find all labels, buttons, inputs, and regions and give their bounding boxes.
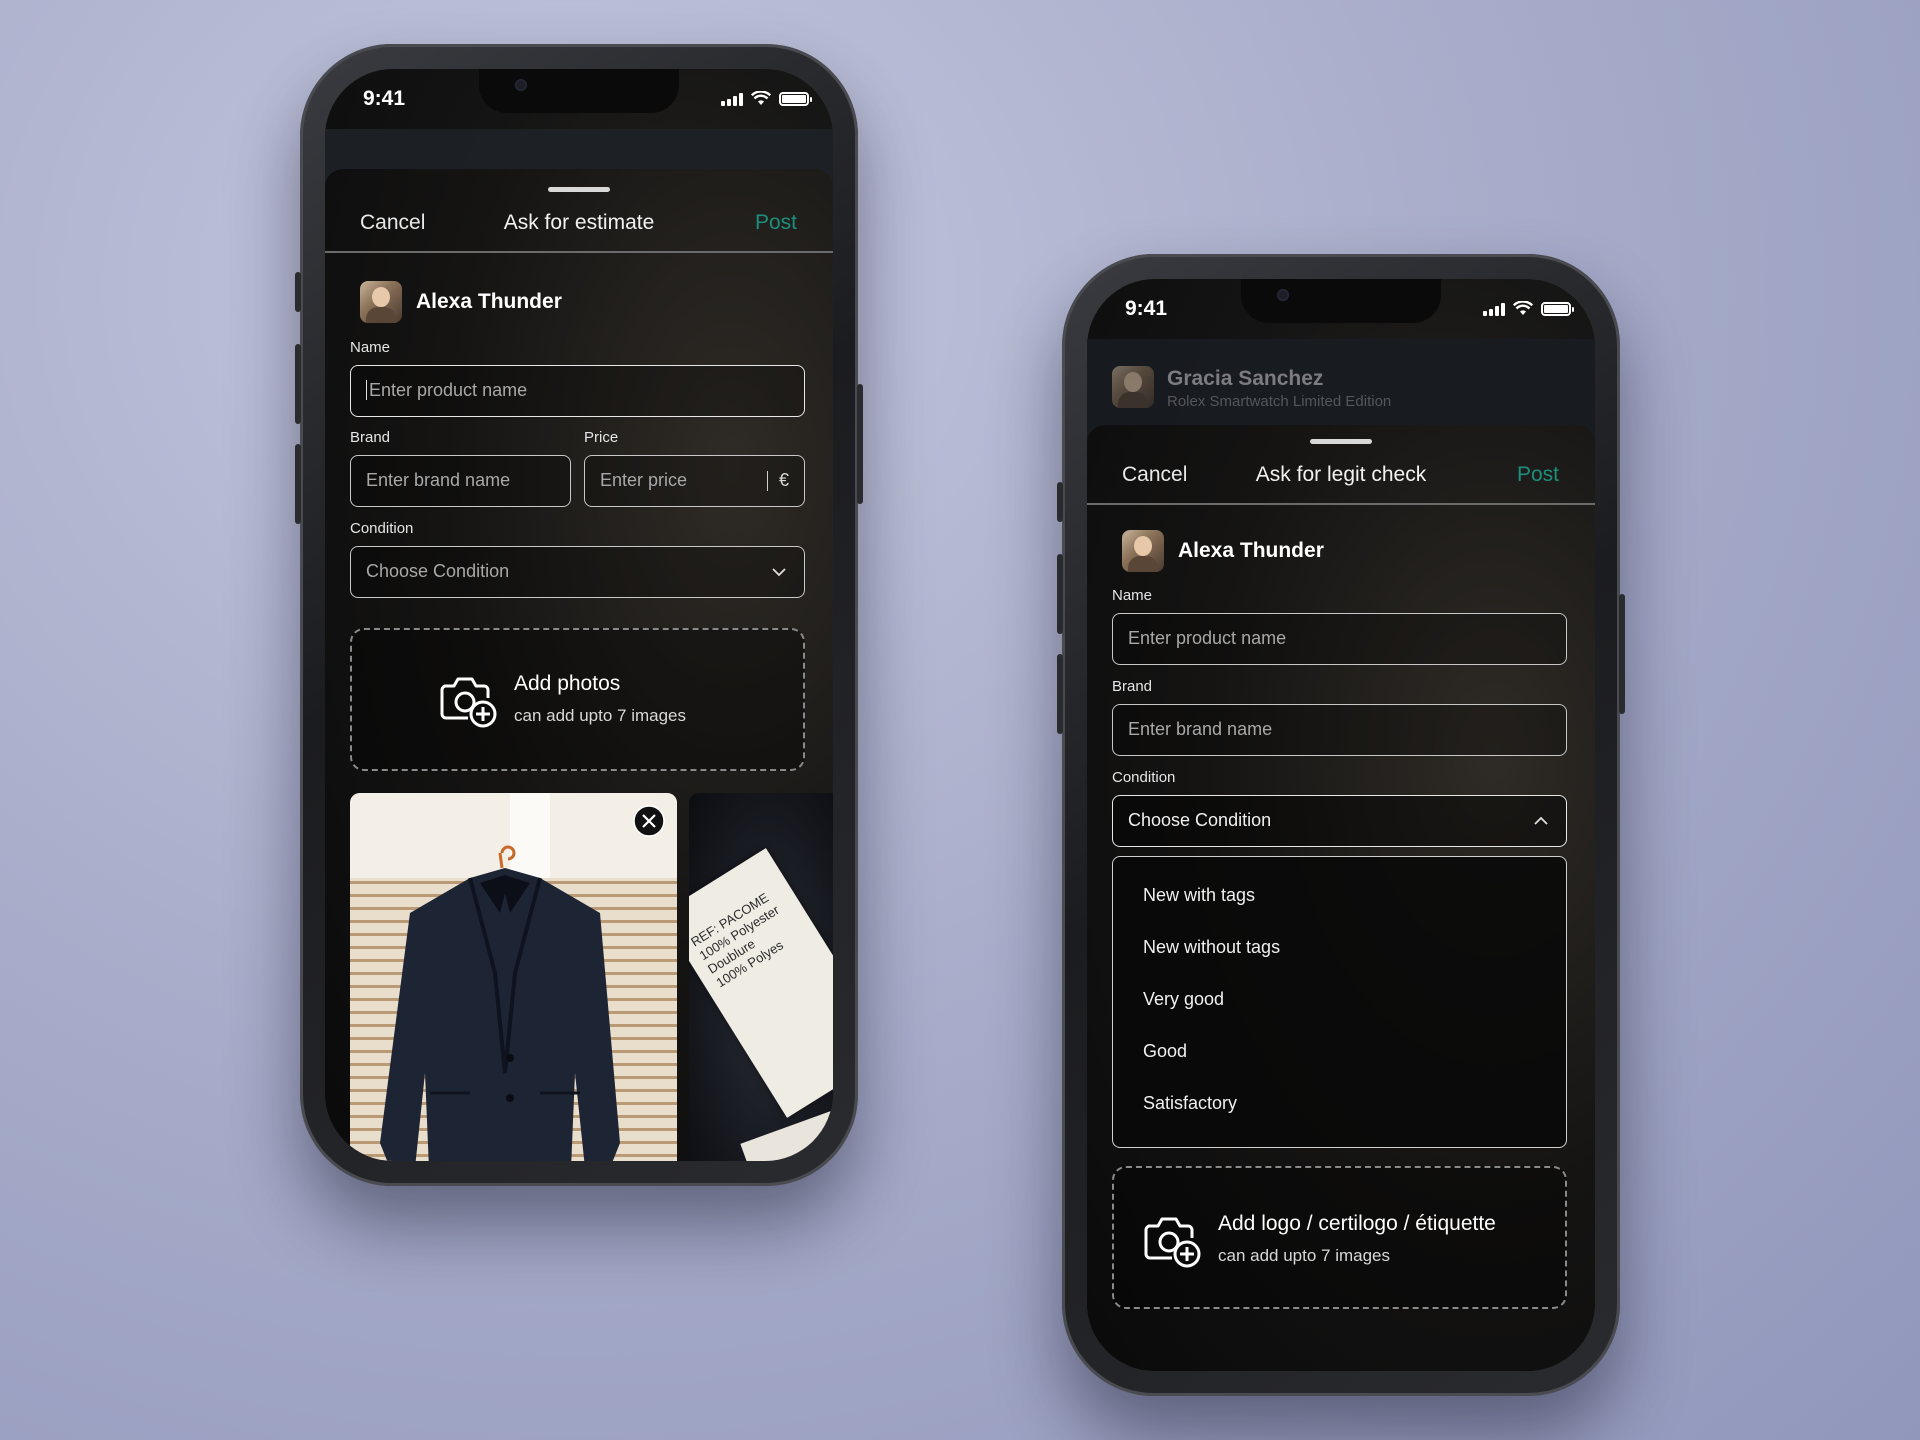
status-bar: 9:41 — [1087, 279, 1595, 339]
author-name: Alexa Thunder — [416, 290, 562, 313]
care-label: REF: PACOME 100% Polyester Doublure 100%… — [689, 848, 833, 1118]
upload-subtitle: can add upto 7 images — [514, 706, 687, 725]
post-button[interactable]: Post — [1517, 463, 1559, 487]
wifi-icon — [1513, 301, 1533, 315]
uploaded-photo-jacket[interactable] — [350, 793, 677, 1161]
avatar — [360, 281, 402, 323]
add-logo-dropzone[interactable]: Add logo / certilogo / étiquette can add… — [1112, 1166, 1567, 1309]
condition-select[interactable]: Choose Condition — [350, 546, 805, 598]
uploaded-photo-label[interactable]: REF: PACOME 100% Polyester Doublure 100%… — [689, 793, 833, 1161]
estimate-sheet: Cancel Ask for estimate Post Alexa Thund… — [325, 169, 833, 1161]
legit-check-sheet: Cancel Ask for legit check Post Alexa Th… — [1087, 425, 1595, 1371]
author: Alexa Thunder — [360, 281, 562, 323]
condition-label: Condition — [350, 520, 414, 537]
condition-option-new-without-tags[interactable]: New without tags — [1143, 937, 1280, 958]
nav-bar: Cancel Ask for estimate Post — [325, 197, 833, 253]
status-bar: 9:41 — [325, 69, 833, 129]
product-name-input[interactable]: Enter product name — [1112, 613, 1567, 665]
screen-left: 9:41 Cancel Ask for estimate Post Alexa … — [325, 69, 833, 1161]
chevron-up-icon — [1534, 816, 1548, 825]
phone-right: 9:41 Gracia Sanchez Rolex Smartwatch Lim… — [1057, 254, 1625, 1396]
phone-left: 9:41 Cancel Ask for estimate Post Alexa … — [295, 44, 863, 1186]
condition-option-good[interactable]: Good — [1143, 1041, 1187, 1062]
name-label: Name — [350, 339, 391, 356]
upload-subtitle: can add upto 7 images — [1218, 1246, 1391, 1265]
background-post-product: Rolex Smartwatch Limited Edition — [1167, 393, 1392, 410]
product-name-input[interactable]: Enter product name — [350, 365, 805, 417]
avatar — [1122, 530, 1164, 572]
condition-select[interactable]: Choose Condition — [1112, 795, 1567, 847]
brand-label: Brand — [1112, 678, 1153, 695]
sheet-grabber[interactable] — [1310, 439, 1372, 444]
condition-option-satisfactory[interactable]: Satisfactory — [1143, 1093, 1237, 1114]
name-label: Name — [1112, 587, 1153, 604]
post-button[interactable]: Post — [755, 211, 797, 235]
price-label: Price — [584, 429, 619, 446]
author-name: Alexa Thunder — [1178, 539, 1324, 562]
brand-input[interactable]: Enter brand name — [350, 455, 571, 507]
chevron-down-icon — [772, 568, 786, 577]
status-time: 9:41 — [1125, 297, 1168, 320]
condition-dropdown: New with tags New without tags Very good… — [1112, 856, 1567, 1148]
condition-option-very-good[interactable]: Very good — [1143, 989, 1224, 1010]
price-input[interactable]: Enter price € — [584, 455, 805, 507]
nav-bar: Cancel Ask for legit check Post — [1087, 449, 1595, 505]
status-time: 9:41 — [363, 87, 406, 110]
author: Alexa Thunder — [1122, 530, 1324, 572]
upload-title: Add logo / certilogo / étiquette — [1218, 1212, 1496, 1235]
brand-label: Brand — [350, 429, 391, 446]
battery-icon — [1541, 302, 1574, 316]
jacket-illustration — [380, 845, 620, 1161]
signal-icon — [721, 92, 743, 106]
brand-input[interactable]: Enter brand name — [1112, 704, 1567, 756]
add-photos-dropzone[interactable]: Add photos can add upto 7 images — [350, 628, 805, 771]
upload-title: Add photos — [514, 672, 621, 695]
condition-option-new-with-tags[interactable]: New with tags — [1143, 885, 1255, 906]
background-post-user: Gracia Sanchez — [1167, 367, 1324, 390]
sheet-grabber[interactable] — [548, 187, 610, 192]
currency-suffix: € — [778, 470, 789, 490]
signal-icon — [1483, 302, 1505, 316]
camera-plus-icon — [1144, 1217, 1201, 1268]
condition-label: Condition — [1112, 769, 1176, 786]
battery-icon — [779, 92, 812, 106]
close-icon[interactable] — [633, 805, 665, 837]
wifi-icon — [751, 91, 771, 105]
avatar — [1112, 366, 1154, 408]
screen-right: 9:41 Gracia Sanchez Rolex Smartwatch Lim… — [1087, 279, 1595, 1371]
camera-plus-icon — [440, 677, 497, 728]
